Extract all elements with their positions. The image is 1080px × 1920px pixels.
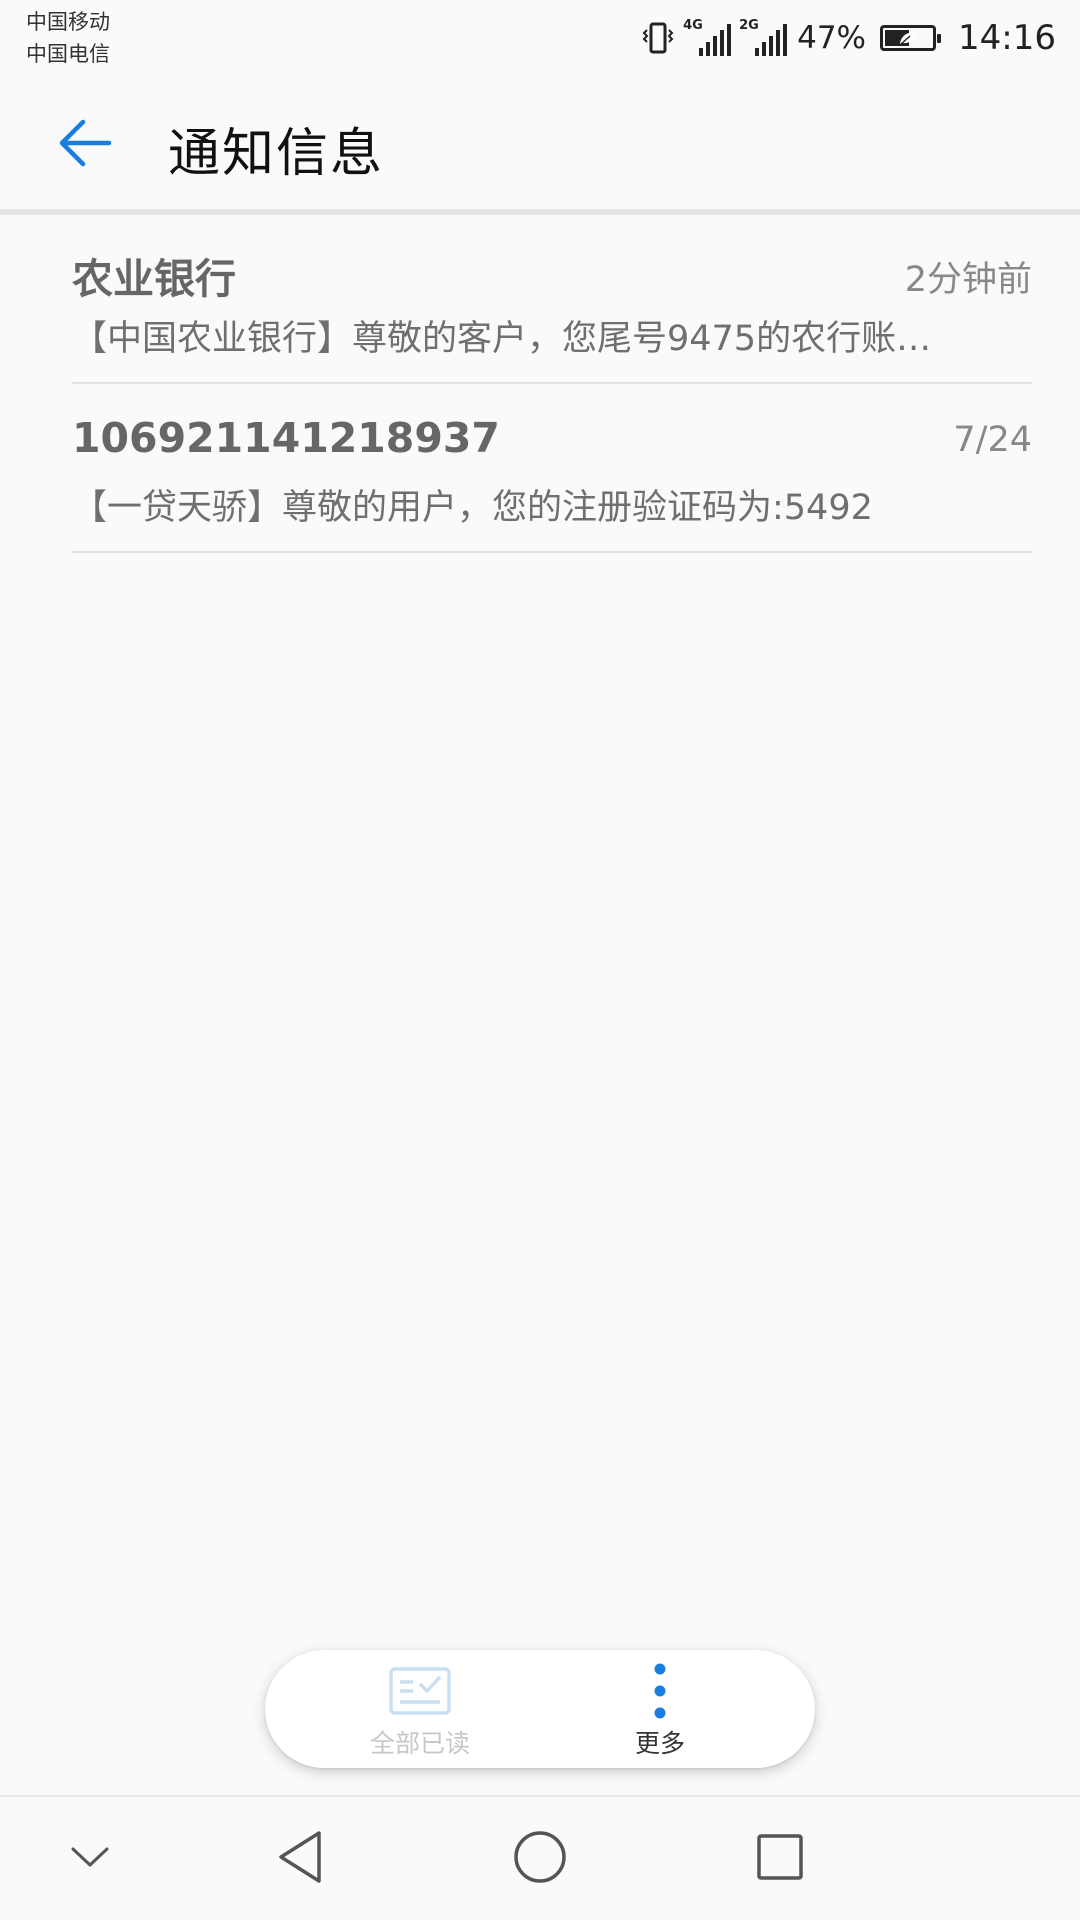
message-time: 2分钟前 xyxy=(904,260,1032,300)
more-button[interactable]: 更多 xyxy=(560,1650,760,1768)
chevron-down-icon xyxy=(71,1847,109,1867)
system-nav-bar xyxy=(0,1797,1080,1920)
page-title: 通知信息 xyxy=(168,124,385,184)
battery-icon xyxy=(880,25,942,51)
message-preview: 【中国农业银行】尊敬的客户，您尾号9475的农行账… xyxy=(72,319,932,359)
vibrate-icon xyxy=(641,19,675,57)
status-bar: 中国移动 中国电信 4G 2G 47% 14:16 xyxy=(0,0,1080,75)
message-item[interactable]: 农业银行 2分钟前 【中国农业银行】尊敬的客户，您尾号9475的农行账… xyxy=(72,215,1032,384)
message-time: 7/24 xyxy=(953,420,1032,460)
clock: 14:16 xyxy=(958,18,1056,58)
back-triangle-icon xyxy=(279,1831,321,1883)
message-list: 农业银行 2分钟前 【中国农业银行】尊敬的客户，您尾号9475的农行账… 106… xyxy=(72,215,1032,553)
nav-recents-button[interactable] xyxy=(730,1817,830,1897)
carrier-name-2: 中国电信 xyxy=(26,42,110,66)
battery-percent: 47% xyxy=(797,20,867,56)
home-circle-icon xyxy=(514,1831,566,1883)
nav-home-button[interactable] xyxy=(490,1817,590,1897)
mark-all-read-button[interactable]: 全部已读 xyxy=(320,1650,520,1768)
hide-nav-button[interactable] xyxy=(40,1817,140,1897)
mark-all-read-icon xyxy=(389,1667,451,1715)
message-sender: 106921141218937 xyxy=(72,414,500,462)
screen: 中国移动 中国电信 4G 2G 47% 14:16 通知信息 农业银行 2分钟前… xyxy=(0,0,1080,1920)
signal-2g-icon: 2G xyxy=(739,18,788,56)
message-sender: 农业银行 xyxy=(72,255,236,303)
status-icons: 4G 2G 47% 14:16 xyxy=(641,12,1056,64)
message-item[interactable]: 106921141218937 7/24 【一贷天骄】尊敬的用户，您的注册验证码… xyxy=(72,384,1032,553)
more-label: 更多 xyxy=(634,1729,685,1758)
carrier-name-1: 中国移动 xyxy=(26,10,110,34)
app-header: 通知信息 xyxy=(0,75,1080,209)
recents-square-icon xyxy=(757,1834,803,1880)
action-bar: 全部已读 更多 xyxy=(265,1650,815,1768)
more-vertical-icon xyxy=(654,1663,666,1719)
signal-4g-icon: 4G xyxy=(683,18,732,56)
carrier-info: 中国移动 中国电信 xyxy=(26,6,110,70)
message-preview: 【一贷天骄】尊敬的用户，您的注册验证码为:5492 xyxy=(72,488,873,528)
nav-back-button[interactable] xyxy=(250,1817,350,1897)
mark-all-read-label: 全部已读 xyxy=(369,1729,470,1758)
arrow-left-icon xyxy=(59,119,112,167)
back-button[interactable] xyxy=(40,103,130,183)
